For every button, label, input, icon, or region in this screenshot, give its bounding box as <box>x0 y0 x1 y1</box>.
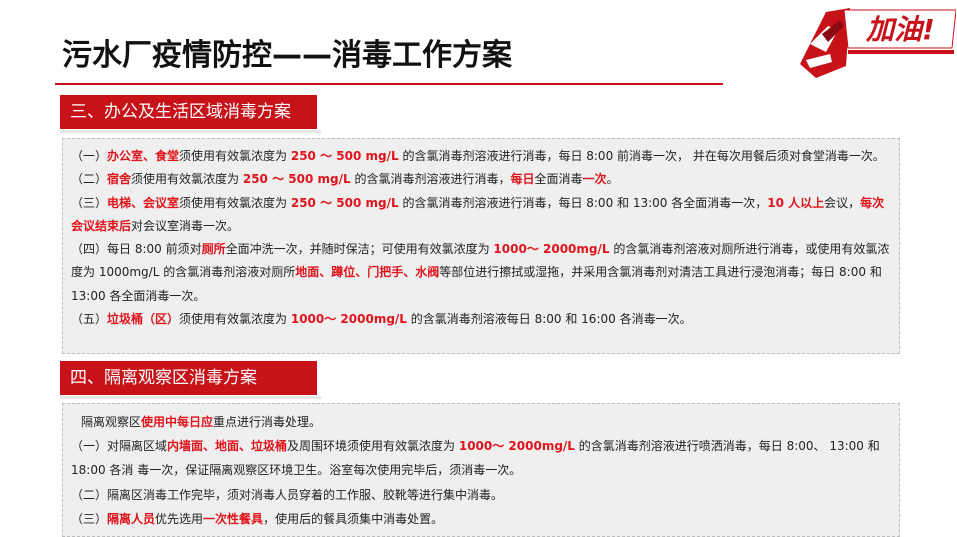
body-text: ，使用后的餐具须集中消毒处置。 <box>263 511 444 526</box>
paragraph: （四）每日 8:00 前须对厕所全面冲洗一次，并随时保洁；可使用有效氯浓度为 1… <box>71 238 891 308</box>
paragraph: 隔离观察区使用中每日应重点进行消毒处理。 <box>71 410 891 434</box>
body-text: （二）隔离区消毒工作完毕，须对消毒人员穿着的工作服、胶靴等进行集中消毒。 <box>71 487 504 502</box>
body-text: （三） <box>71 195 108 210</box>
paragraph: （一）对隔离区域内墙面、地面、垃圾桶及周围环境须使用有效氯浓度为 1000～ 2… <box>71 434 891 482</box>
body-text: （四）每日 8:00 前须对 <box>71 242 202 257</box>
section-body-isolation: 隔离观察区使用中每日应重点进行消毒处理。 （一）对隔离区域内墙面、地面、垃圾桶及周… <box>62 403 900 537</box>
paragraph: （五）垃圾桶（区）须使用有效氯浓度为 1000～ 2000mg/L 的含氯消毒剂… <box>71 308 891 331</box>
body-text: 须使用有效氯浓度为 <box>131 172 243 187</box>
highlighted-text: 10 人以上 <box>767 195 825 210</box>
body-text: 及周围环境须使用有效氯浓度为 <box>287 439 459 454</box>
highlighted-text: 250 ～ 500 mg/L <box>290 149 399 163</box>
body-text: 须使用有效氯浓度为 <box>179 195 291 210</box>
body-text: 须使用有效氯浓度为 <box>179 312 291 327</box>
page-title: 污水厂疫情防控——消毒工作方案 <box>62 38 512 73</box>
highlighted-text: 250 ～ 500 mg/L <box>242 172 351 187</box>
highlighted-text: 一次 <box>582 172 607 187</box>
highlighted-text: 1000～ 2000mg/L <box>493 242 610 257</box>
paragraph: （二）隔离区消毒工作完毕，须对消毒人员穿着的工作服、胶靴等进行集中消毒。 <box>71 483 891 507</box>
body-text: 的含氯消毒剂溶液进行消毒，每日 8:00 前消毒一次， 并在每次用餐后须对食堂消… <box>398 149 885 163</box>
body-text: 的含氯消毒剂溶液进行消毒， <box>350 172 511 187</box>
highlighted-text: 每日 <box>510 172 535 187</box>
highlighted-text: 内墙面、地面、垃圾桶 <box>167 439 288 454</box>
body-text: （五） <box>71 312 108 327</box>
body-text: 的含氯消毒剂溶液进行消毒，每日 8:00 和 13:00 各全面消毒一次， <box>398 195 768 210</box>
body-text: 的含氯消毒剂溶液每日 8:00 和 16:00 各消毒一次。 <box>406 312 692 327</box>
section-body-office: （一）办公室、食堂须使用有效氯浓度为 250 ～ 500 mg/L 的含氯消毒剂… <box>62 138 900 354</box>
body-text: 须使用有效氯浓度为 <box>179 149 291 163</box>
highlighted-text: 宿舍 <box>107 172 132 187</box>
body-text: 。 <box>606 172 619 187</box>
title-underline <box>55 83 723 85</box>
highlighted-text: 厕所 <box>201 242 226 257</box>
body-text: 全面冲洗一次，并随时保洁；可使用有效氯浓度为 <box>225 242 494 257</box>
section-header-office: 三、办公及生活区域消毒方案 <box>60 95 321 133</box>
body-text: （一）对隔离区域 <box>71 439 168 454</box>
paragraph: （三）电梯、会议室须使用有效氯浓度为 250 ～ 500 mg/L 的含氯消毒剂… <box>71 192 891 239</box>
highlighted-text: 电梯、会议室 <box>107 195 180 210</box>
highlighted-text: 1000～ 2000mg/L <box>458 439 575 454</box>
highlighted-text: 一次性餐具 <box>203 511 264 526</box>
highlighted-text: 垃圾桶（区） <box>107 312 180 327</box>
body-text: （二） <box>71 172 108 187</box>
highlighted-text: 250 ～ 500 mg/L <box>290 195 399 210</box>
logo-text: 加油! <box>866 13 935 46</box>
body-text: （一） <box>71 149 108 163</box>
body-text: 重点进行消毒处理。 <box>213 415 322 429</box>
highlighted-text: 1000～ 2000mg/L <box>290 312 407 327</box>
section-header-isolation: 四、隔离观察区消毒方案 <box>60 361 321 399</box>
highlighted-text: 地面、蹲位、门把手、水阀 <box>295 265 440 280</box>
body-text: 全面消毒 <box>534 172 583 187</box>
highlighted-text: 办公室、食堂 <box>107 149 180 163</box>
body-text: 对会议室消毒一次。 <box>131 218 240 233</box>
body-text: （三） <box>71 511 108 526</box>
body-text: 优先选用 <box>155 511 204 526</box>
paragraph: （三）隔离人员优先选用一次性餐具，使用后的餐具须集中消毒处置。 <box>71 507 891 531</box>
highlighted-text: 隔离人员 <box>107 511 156 526</box>
paragraph: （二）宿舍须使用有效氯浓度为 250 ～ 500 mg/L 的含氯消毒剂溶液进行… <box>71 168 891 191</box>
body-text: 隔离观察区 <box>81 415 142 429</box>
highlighted-text: 使用中每日应 <box>141 415 214 429</box>
body-text: 会议， <box>824 195 861 210</box>
paragraph: （一）办公室、食堂须使用有效氯浓度为 250 ～ 500 mg/L 的含氯消毒剂… <box>71 145 891 168</box>
